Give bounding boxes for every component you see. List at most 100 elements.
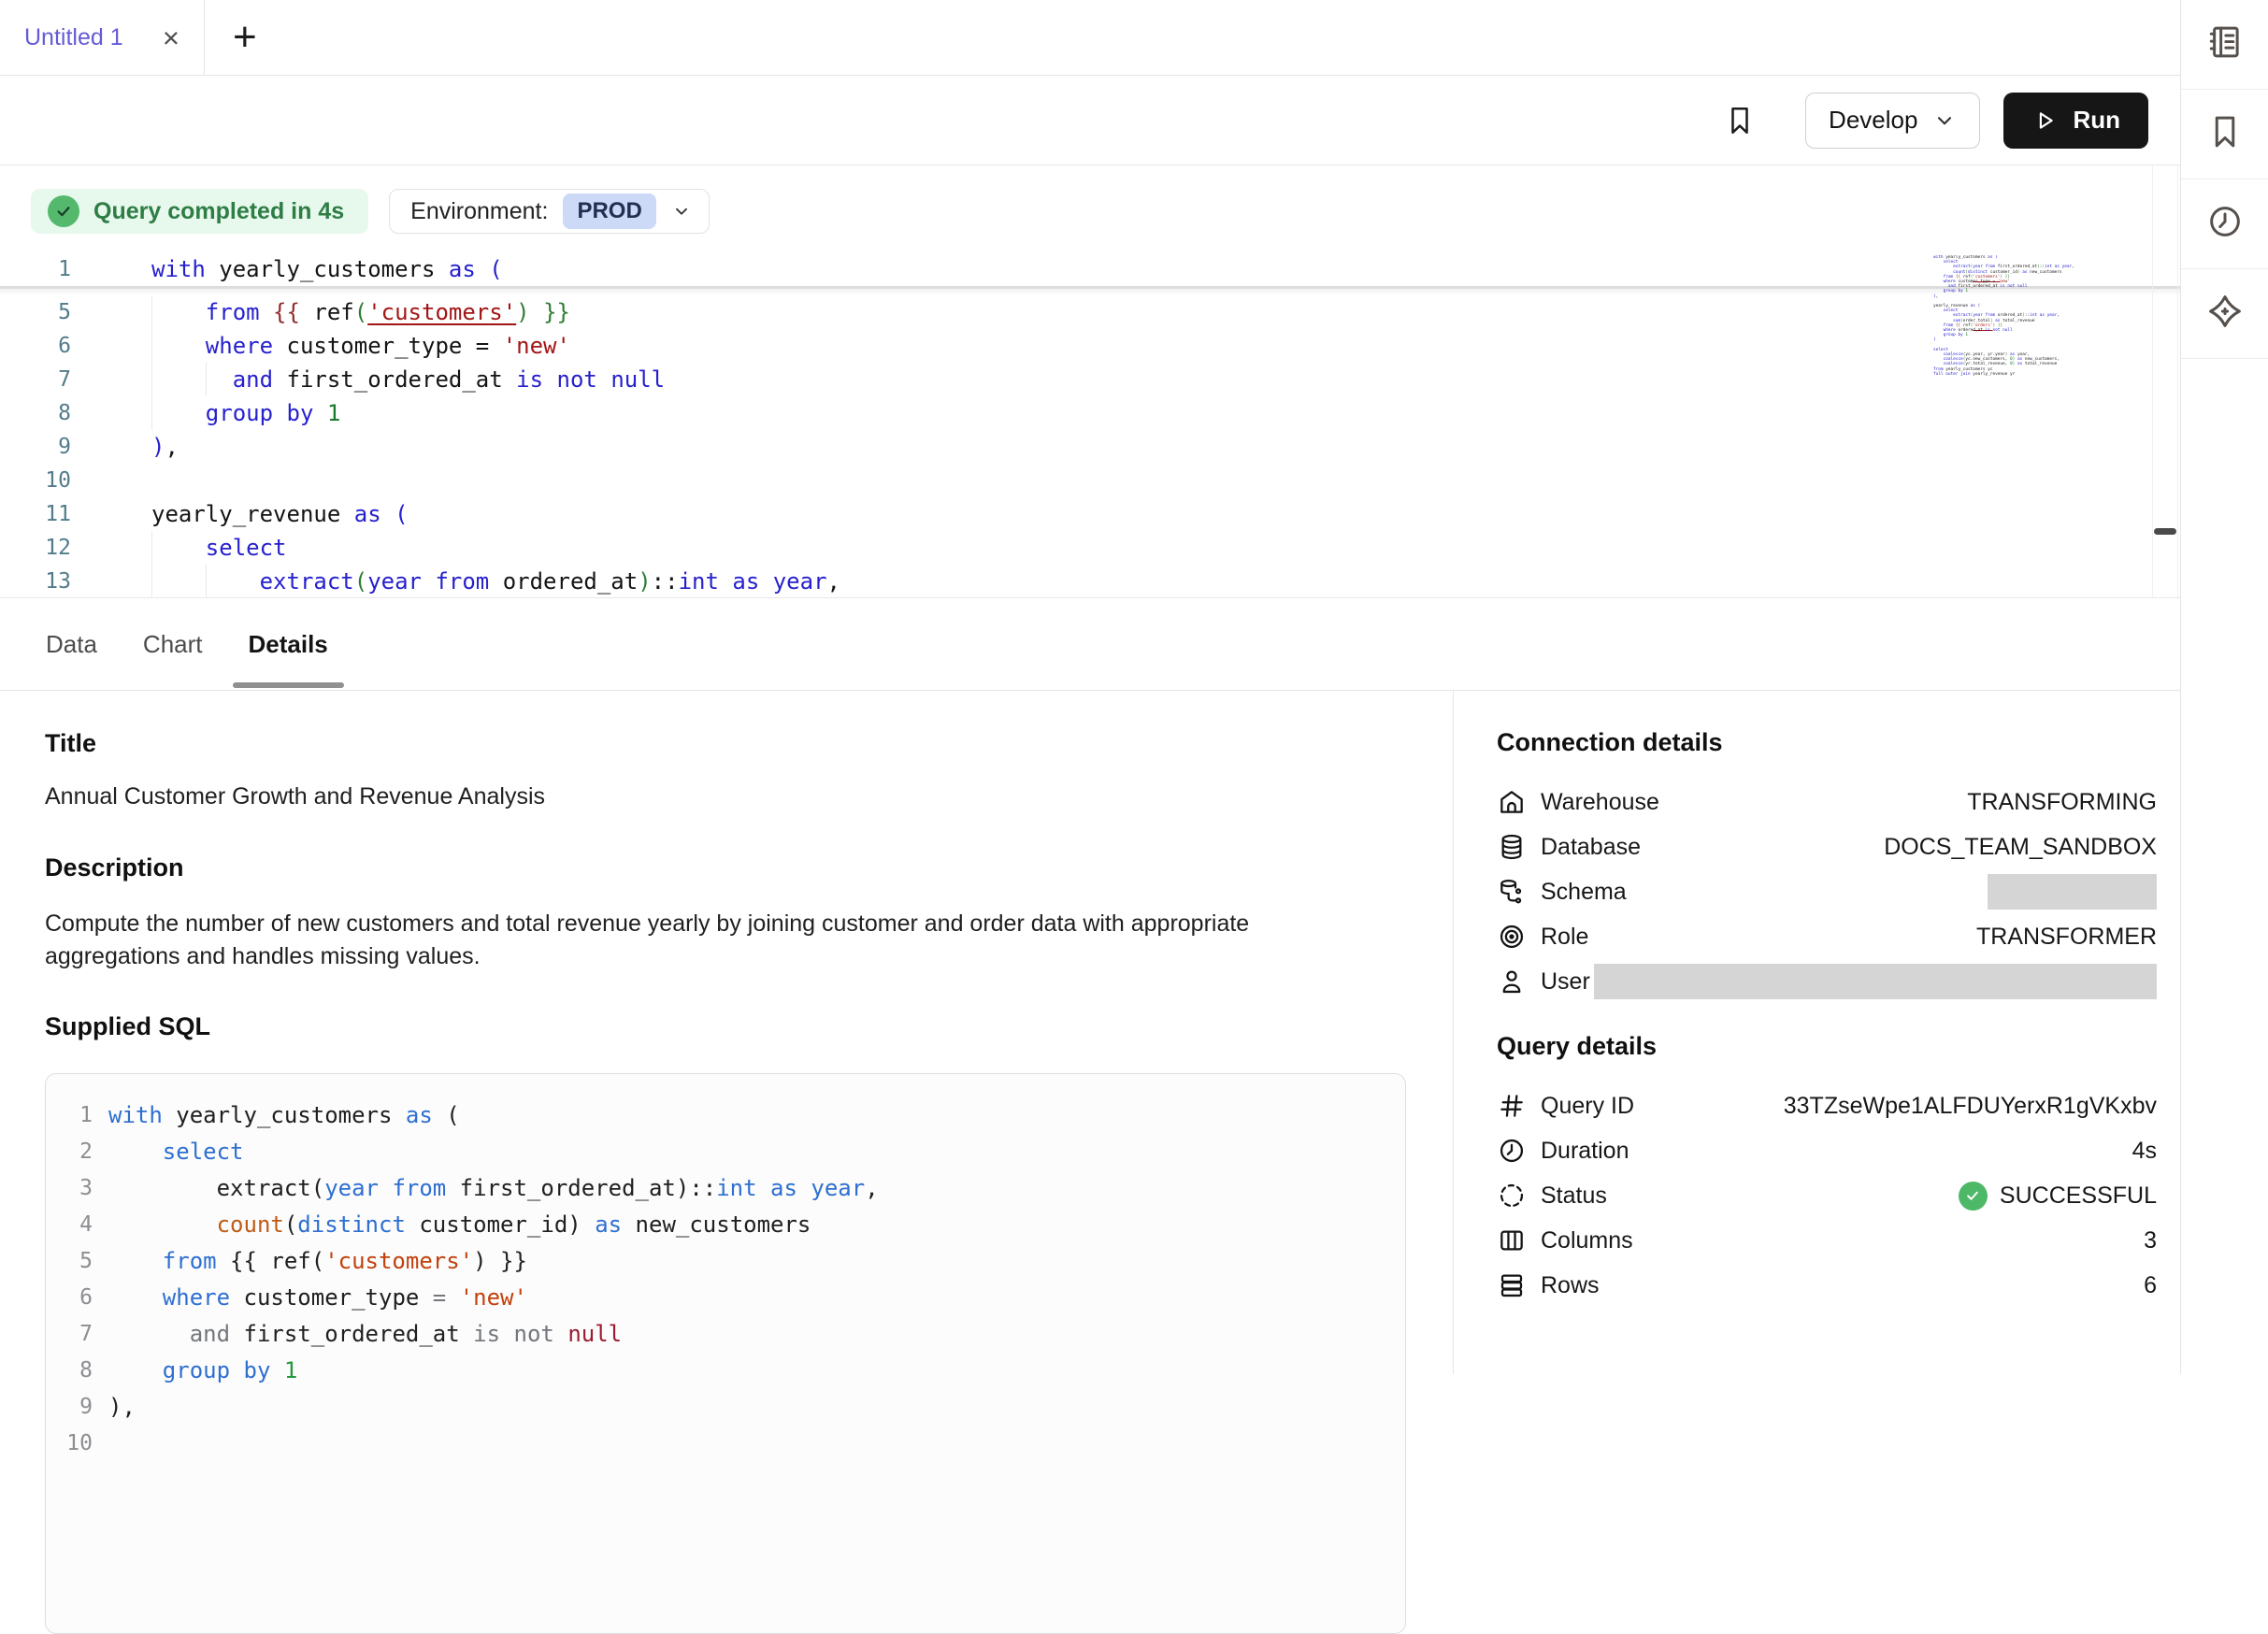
code-line: 9),: [46, 1388, 1405, 1425]
detail-value: DOCS_TEAM_SANDBOX: [1884, 834, 2157, 861]
code-line[interactable]: 9),: [0, 430, 2180, 464]
notebook-icon: [2205, 22, 2245, 66]
detail-label: Database: [1541, 834, 1641, 861]
tab-untitled-1[interactable]: Untitled 1 ×: [0, 0, 205, 75]
columns-icon: [1497, 1226, 1527, 1255]
connection-details-rows: WarehouseTRANSFORMING Database DOCS_TEAM_S…: [1497, 780, 2157, 1004]
query-id-row: Query ID33TZseWpe1ALFDUYerxR1gVKxbv: [1497, 1083, 2157, 1128]
duration-row: Duration4s: [1497, 1128, 2157, 1173]
detail-value: 33TZseWpe1ALFDUYerxR1gVKxbv: [1784, 1093, 2157, 1120]
line-number: 9: [0, 435, 71, 459]
description-heading: Description: [45, 853, 1406, 882]
status-row: StatusSUCCESSFUL: [1497, 1173, 2157, 1218]
line-number: 10: [0, 468, 71, 493]
code-line: 3 extract(year from first_ordered_at)::i…: [46, 1169, 1405, 1206]
code-line[interactable]: 6 where customer_type = 'new': [0, 329, 2180, 363]
tab-chart[interactable]: Chart: [127, 598, 219, 690]
rail-button-lineage[interactable]: [2181, 269, 2268, 359]
role-icon: [1497, 922, 1527, 952]
user-row: User: [1497, 959, 2157, 1004]
code-line: 2 select: [46, 1133, 1405, 1169]
editor-scrollbar[interactable]: [2152, 165, 2178, 597]
rail-button-notebook[interactable]: [2181, 0, 2268, 90]
indent-guide: [151, 396, 152, 430]
line-number: 1: [46, 1103, 93, 1127]
develop-button[interactable]: Develop: [1805, 93, 1980, 149]
rows-icon: [1497, 1270, 1527, 1300]
hash-icon: [1497, 1091, 1527, 1121]
code-line: 6 where customer_type = 'new': [46, 1279, 1405, 1315]
editor-code-lines[interactable]: 5 from {{ ref('customers') }}6 where cus…: [0, 295, 2180, 598]
line-number: 5: [46, 1249, 93, 1273]
query-status-bar: Query completed in 4s Environment: PROD: [0, 165, 2180, 234]
run-button[interactable]: Run: [2003, 93, 2148, 149]
rail-button-bookmark[interactable]: [2181, 90, 2268, 179]
develop-button-label: Develop: [1829, 106, 1917, 135]
run-button-label: Run: [2073, 106, 2120, 135]
line-number: 7: [0, 367, 71, 392]
title-value: Annual Customer Growth and Revenue Analy…: [45, 783, 1406, 810]
columns-row: Columns3: [1497, 1218, 2157, 1263]
line-number: 4: [46, 1212, 93, 1237]
tab-title: Untitled 1: [24, 24, 123, 51]
clock-icon: [1497, 1136, 1527, 1166]
tab-data[interactable]: Data: [30, 598, 113, 690]
code-line: 7 and first_ordered_at is not null: [46, 1315, 1405, 1352]
editor-minimap[interactable]: with yearly_customers as ( select extrac…: [1933, 255, 2074, 377]
indent-guide: [151, 295, 152, 329]
code-line[interactable]: 8 group by 1: [0, 396, 2180, 430]
details-panel: Title Annual Customer Growth and Revenue…: [0, 691, 2180, 1374]
indent-guide: [206, 565, 207, 598]
main-area: Untitled 1 × + Develop Run Query complet…: [0, 0, 2180, 1374]
rail-button-history[interactable]: [2181, 179, 2268, 269]
code-line: 5 from {{ ref('customers') }}: [46, 1242, 1405, 1279]
schema-icon: [1497, 877, 1527, 907]
code-line[interactable]: 1with yearly_customers as (: [0, 252, 2180, 286]
title-heading: Title: [45, 729, 1406, 758]
detail-value: TRANSFORMING: [1967, 789, 2157, 816]
redacted-value: [1594, 964, 2157, 999]
detail-label: Schema: [1541, 879, 1627, 906]
scrollbar-thumb[interactable]: [2154, 528, 2176, 535]
toolbar: Develop Run: [0, 76, 2180, 165]
code-line[interactable]: 7 and first_ordered_at is not null: [0, 363, 2180, 396]
line-number: 7: [46, 1322, 93, 1346]
supplied-sql-heading: Supplied SQL: [45, 1012, 1406, 1041]
sticky-code-line[interactable]: 1with yearly_customers as (: [0, 252, 2180, 286]
environment-label: Environment:: [410, 198, 548, 225]
warehouse-row: WarehouseTRANSFORMING: [1497, 780, 2157, 824]
code-line[interactable]: 12 select: [0, 531, 2180, 565]
line-number: 12: [0, 536, 71, 560]
chevron-down-icon: [1932, 108, 1957, 133]
sql-editor[interactable]: Query completed in 4s Environment: PROD …: [0, 165, 2180, 598]
tab-details[interactable]: Details: [233, 598, 344, 690]
success-check-icon: [1959, 1182, 1988, 1211]
close-icon[interactable]: ×: [163, 23, 179, 52]
line-number: 1: [0, 257, 71, 281]
environment-selector[interactable]: Environment: PROD: [389, 189, 710, 234]
line-number: 5: [0, 300, 71, 324]
line-number: 8: [46, 1358, 93, 1383]
line-number: 10: [46, 1431, 93, 1455]
editor-code[interactable]: 1with yearly_customers as ( 5 from {{ re…: [0, 252, 2180, 598]
code-line: 4 count(distinct customer_id) as new_cus…: [46, 1206, 1405, 1242]
line-number: 9: [46, 1395, 93, 1419]
bookmark-icon: [2205, 112, 2245, 156]
editor-tab-bar: Untitled 1 × +: [0, 0, 2180, 76]
detail-value: SUCCESSFUL: [2000, 1182, 2157, 1210]
new-tab-button[interactable]: +: [205, 0, 257, 75]
line-number: 3: [46, 1176, 93, 1200]
code-line[interactable]: 13 extract(year from ordered_at)::int as…: [0, 565, 2180, 598]
play-icon: [2031, 108, 2058, 134]
bookmark-icon[interactable]: [1723, 104, 1757, 137]
indent-guide: [151, 363, 152, 396]
line-number: 13: [0, 569, 71, 594]
result-tab-strip: DataChartDetails: [0, 598, 2180, 691]
code-line[interactable]: 11yearly_revenue as (: [0, 497, 2180, 531]
code-line: 10: [46, 1425, 1405, 1461]
query-details-rows: Query ID33TZseWpe1ALFDUYerxR1gVKxbvDurat…: [1497, 1083, 2157, 1308]
code-line[interactable]: 5 from {{ ref('customers') }}: [0, 295, 2180, 329]
indent-guide: [151, 329, 152, 363]
code-line[interactable]: 10: [0, 464, 2180, 497]
lineage-icon: [2205, 292, 2245, 336]
